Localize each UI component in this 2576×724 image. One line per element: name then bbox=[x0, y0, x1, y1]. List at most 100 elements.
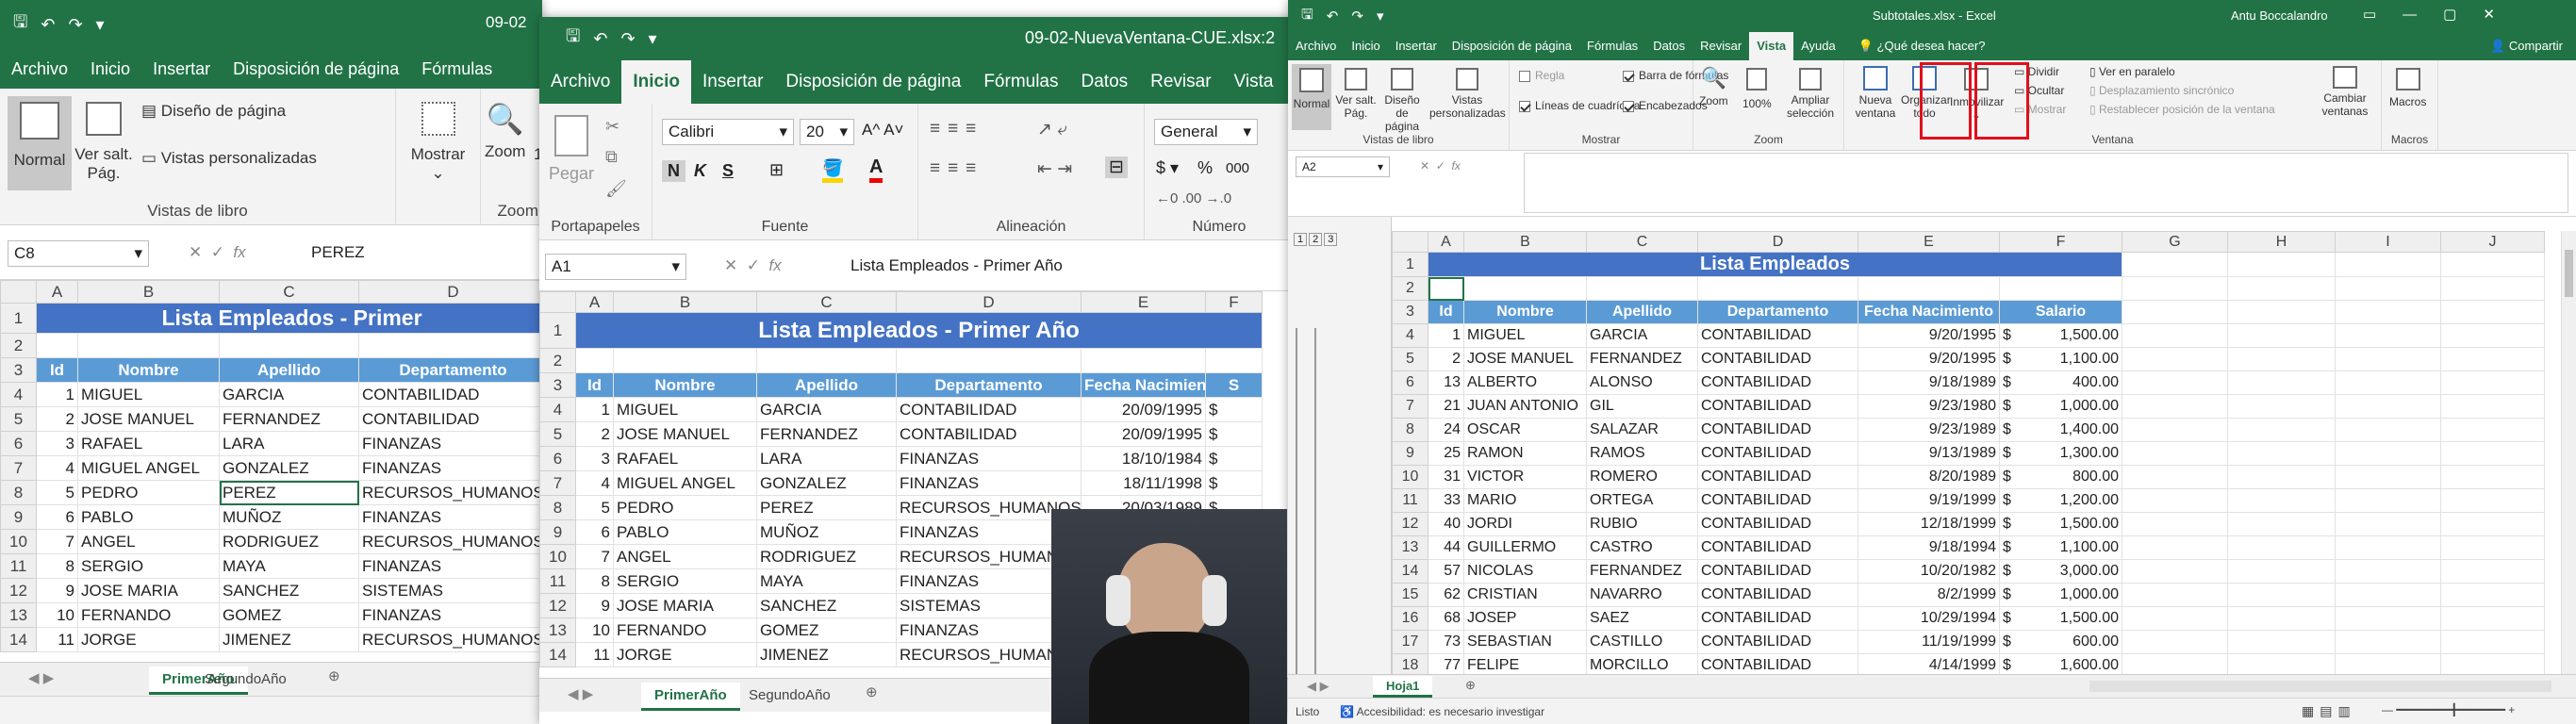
switch-windows-button[interactable]: Cambiar ventanas bbox=[2316, 66, 2374, 119]
row-header[interactable]: 3 bbox=[539, 372, 576, 398]
name-box[interactable]: A2 ▾ bbox=[1296, 156, 1390, 177]
normal-view-button[interactable]: Normal bbox=[8, 96, 72, 190]
undo-icon[interactable]: ↶ bbox=[593, 29, 607, 49]
cell[interactable]: 3 bbox=[36, 431, 78, 456]
cell[interactable] bbox=[613, 348, 757, 373]
cell[interactable]: JIMENEZ bbox=[219, 627, 359, 652]
cell[interactable]: JORDI bbox=[1463, 512, 1587, 536]
cell[interactable]: GARCIA bbox=[1586, 323, 1698, 348]
cell[interactable]: RAMON bbox=[1463, 441, 1587, 466]
fx-icon[interactable]: ✕ ✓ fx bbox=[724, 256, 782, 275]
cell[interactable]: 9/23/1980 bbox=[1858, 394, 2000, 419]
cell[interactable]: JOSE MARIA bbox=[613, 593, 757, 618]
cell[interactable]: FINANZAS bbox=[358, 602, 542, 628]
cell[interactable]: JOSE MARIA bbox=[77, 578, 220, 603]
cell[interactable]: JIMENEZ bbox=[756, 642, 897, 667]
cell[interactable]: MIGUEL ANGEL bbox=[613, 470, 757, 496]
cell[interactable]: SEBASTIAN bbox=[1463, 630, 1587, 654]
sheet-tab-segundo[interactable]: SegundoAño bbox=[735, 683, 844, 711]
add-sheet-icon[interactable]: ⊕ bbox=[328, 667, 340, 684]
cell[interactable]: 8/20/1989 bbox=[1858, 465, 2000, 489]
zoom-button[interactable]: 🔍 Zoom bbox=[485, 102, 525, 160]
cell[interactable] bbox=[2227, 370, 2336, 395]
cell[interactable]: 40 bbox=[1428, 512, 1464, 536]
cell[interactable] bbox=[2227, 583, 2336, 607]
fx-icon[interactable]: ✕ ✓ fx bbox=[1420, 159, 1461, 173]
cell[interactable]: 6 bbox=[575, 519, 614, 545]
cell[interactable]: 68 bbox=[1428, 606, 1464, 631]
column-header[interactable]: D bbox=[1697, 231, 1858, 253]
cell[interactable] bbox=[2440, 606, 2545, 631]
sheet-tab-primer[interactable]: PrimerAño bbox=[641, 683, 740, 711]
cell[interactable]: $1,600.00 bbox=[1999, 653, 2122, 674]
cell[interactable] bbox=[1081, 348, 1206, 373]
cell[interactable] bbox=[2335, 535, 2441, 560]
cell[interactable]: GONZALEZ bbox=[756, 470, 897, 496]
cell[interactable]: PABLO bbox=[613, 519, 757, 545]
formula-input[interactable]: PEREZ bbox=[311, 243, 365, 262]
cell[interactable] bbox=[2440, 559, 2545, 584]
merge-center-icon[interactable]: ⊟ bbox=[1105, 156, 1128, 178]
row-header[interactable]: 6 bbox=[1392, 370, 1428, 395]
new-window-button[interactable]: Nueva ventana bbox=[1854, 66, 1897, 121]
cell[interactable]: MIGUEL bbox=[1463, 323, 1587, 348]
redo-icon[interactable]: ↷ bbox=[68, 15, 82, 35]
cell[interactable]: LARA bbox=[756, 446, 897, 471]
cell[interactable] bbox=[2335, 276, 2441, 301]
cell[interactable]: NICOLAS bbox=[1463, 559, 1587, 584]
cell[interactable]: FERNANDEZ bbox=[219, 406, 359, 432]
cell[interactable] bbox=[2227, 300, 2336, 324]
cell[interactable]: $1,300.00 bbox=[1999, 441, 2122, 466]
cell[interactable]: OSCAR bbox=[1463, 418, 1587, 442]
cell[interactable]: MAYA bbox=[756, 568, 897, 594]
row-header[interactable]: 14 bbox=[1392, 559, 1428, 584]
row-header[interactable]: 1 bbox=[539, 312, 576, 349]
cell[interactable]: 9/20/1995 bbox=[1858, 323, 2000, 348]
row-header[interactable]: 6 bbox=[539, 446, 576, 471]
copy-icon[interactable]: ⧉ bbox=[605, 147, 618, 167]
cell[interactable]: CONTABILIDAD bbox=[1697, 370, 1858, 395]
cell[interactable]: $1,000.00 bbox=[1999, 394, 2122, 419]
table-header-cell[interactable]: Apellido bbox=[1586, 300, 1698, 324]
zoom-button[interactable]: 🔍 Zoom bbox=[1699, 66, 1728, 108]
reset-position-button[interactable]: ▯ Restablecer posición de la ventana bbox=[2089, 103, 2275, 117]
font-name-select[interactable]: Calibri ▾ bbox=[662, 119, 794, 145]
cell[interactable]: 9 bbox=[575, 593, 614, 618]
cell[interactable]: FERNANDEZ bbox=[1586, 347, 1698, 371]
cell[interactable] bbox=[2440, 512, 2545, 536]
cell[interactable]: PEREZ bbox=[756, 495, 897, 520]
page-layout-button[interactable]: Diseño de página bbox=[1379, 68, 1426, 133]
table-header-cell[interactable]: Departamento bbox=[896, 372, 1082, 398]
tab-insertar[interactable]: Insertar bbox=[1388, 32, 1445, 60]
cell[interactable]: $1,500.00 bbox=[1999, 323, 2122, 348]
zoom-selection-button[interactable]: Ampliar selección bbox=[1782, 68, 1839, 121]
cell[interactable] bbox=[756, 348, 897, 373]
row-header[interactable]: 10 bbox=[1392, 465, 1428, 489]
cell[interactable] bbox=[2122, 465, 2228, 489]
cell[interactable]: CONTABILIDAD bbox=[1697, 630, 1858, 654]
cell[interactable]: 77 bbox=[1428, 653, 1464, 674]
cell[interactable]: 2 bbox=[1428, 347, 1464, 371]
cell[interactable]: SALAZAR bbox=[1586, 418, 1698, 442]
sheet-tab-segundo[interactable]: SegundoAño bbox=[191, 666, 300, 695]
column-header[interactable]: F bbox=[1999, 231, 2122, 253]
cell[interactable] bbox=[1463, 276, 1587, 301]
format-painter-icon[interactable]: 🖌 bbox=[605, 179, 627, 199]
row-header[interactable]: 18 bbox=[1392, 653, 1428, 674]
bold-button[interactable]: N bbox=[662, 160, 685, 182]
number-format-select[interactable]: General ▾ bbox=[1154, 119, 1258, 145]
cell[interactable]: PEREZ bbox=[219, 480, 359, 505]
cell[interactable] bbox=[2335, 300, 2441, 324]
sheet-title-cell[interactable]: Lista Empleados bbox=[1428, 252, 2122, 277]
cell[interactable] bbox=[2227, 323, 2336, 348]
cell[interactable]: NAVARRO bbox=[1586, 583, 1698, 607]
cell[interactable]: ORTEGA bbox=[1586, 488, 1698, 513]
cell[interactable]: $1,000.00 bbox=[1999, 583, 2122, 607]
table-header-cell[interactable]: Nombre bbox=[1463, 300, 1587, 324]
tab-archivo[interactable]: Archivo bbox=[0, 49, 79, 89]
ruler-checkbox[interactable]: Regla bbox=[1519, 69, 1564, 83]
cell[interactable]: PEDRO bbox=[77, 480, 220, 505]
cell[interactable]: ANGEL bbox=[77, 529, 220, 554]
tab-insertar[interactable]: Insertar bbox=[141, 49, 222, 89]
cell[interactable]: 4/14/1999 bbox=[1858, 653, 2000, 674]
